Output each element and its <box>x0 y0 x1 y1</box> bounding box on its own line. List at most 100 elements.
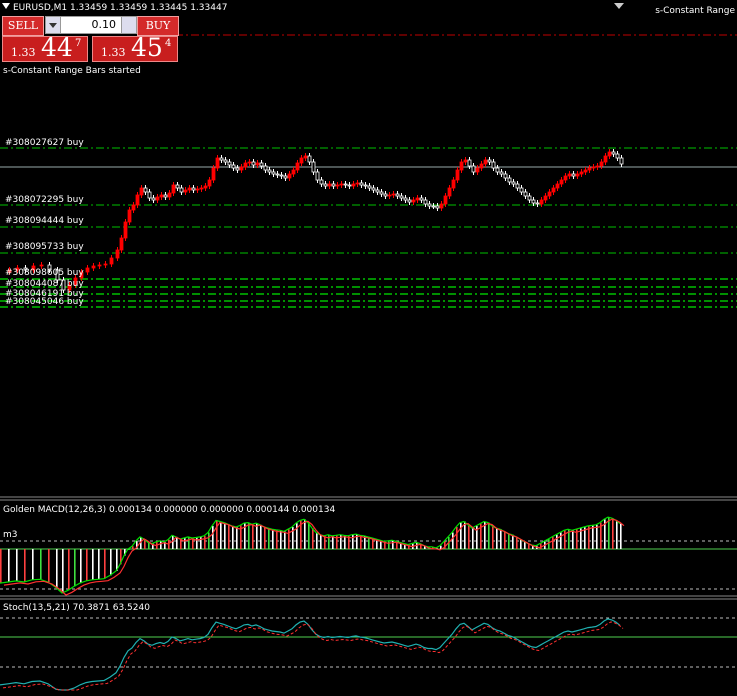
candle-body <box>351 183 356 187</box>
candle-body <box>619 157 624 165</box>
macd-bar <box>464 521 466 549</box>
macd-bar <box>308 522 310 549</box>
macd-bar <box>8 549 10 582</box>
candle-body <box>85 267 90 273</box>
macd-bar <box>560 532 562 549</box>
order-label[interactable]: #308095733 buy <box>5 242 84 252</box>
macd-bar <box>572 530 574 549</box>
candle-body <box>475 167 480 173</box>
candle-body <box>307 155 312 163</box>
candle-body <box>175 184 180 189</box>
candle-body <box>251 161 256 166</box>
macd-bar <box>316 532 318 549</box>
macd-bar <box>500 529 502 549</box>
candle-body <box>427 203 432 207</box>
macd-bar <box>56 549 58 588</box>
candle-body <box>407 199 412 203</box>
macd-bar <box>488 522 490 549</box>
candle-body <box>403 197 408 201</box>
candle-body <box>207 179 212 187</box>
macd-bar <box>16 549 18 581</box>
macd-bar <box>48 549 50 582</box>
macd-bar <box>620 523 622 549</box>
candle-body <box>259 162 264 167</box>
lot-size-input[interactable]: 0.10 <box>45 16 137 34</box>
macd-bar <box>260 524 262 549</box>
candle-body <box>235 167 240 171</box>
candle-body <box>443 195 448 205</box>
candle-body <box>97 264 102 267</box>
order-label[interactable]: #308098605 buy <box>5 268 84 278</box>
candle-body <box>583 169 588 173</box>
candle-body <box>303 155 308 159</box>
chart-canvas[interactable] <box>0 0 737 696</box>
candle-body <box>431 205 436 208</box>
candle-body <box>115 249 120 259</box>
order-label[interactable]: #308027627 buy <box>5 138 84 148</box>
triangle-down-icon[interactable] <box>614 3 624 9</box>
candle-body <box>507 177 512 183</box>
candle-body <box>555 183 560 189</box>
macd-bar <box>516 536 518 549</box>
candle-body <box>579 171 584 175</box>
macd-bar <box>74 549 76 587</box>
candle-body <box>139 187 144 196</box>
candle-body <box>291 169 296 175</box>
lot-value: 0.10 <box>91 18 117 31</box>
order-label[interactable]: #308045046 buy <box>5 297 84 307</box>
candle-body <box>239 166 244 171</box>
candle-body <box>419 197 424 201</box>
macd-bar <box>552 536 554 549</box>
chart-title: EURUSD,M1 1.33459 1.33459 1.33445 1.3344… <box>2 3 227 13</box>
candle-body <box>611 151 616 155</box>
candle-body <box>231 164 236 169</box>
candle-body <box>439 203 444 209</box>
macd-bar <box>248 522 250 549</box>
stoch-indicator-label: Stoch(13,5,21) 70.3871 63.5240 <box>3 603 150 613</box>
candle-body <box>435 205 440 209</box>
candle-body <box>575 173 580 177</box>
triangle-down-icon <box>49 23 57 28</box>
expert-advisor-name: s-Constant Range <box>655 6 735 16</box>
buy-price-button[interactable]: 1.33 45 4 <box>92 33 178 62</box>
macd-bar <box>40 549 42 580</box>
candle-body <box>347 184 352 187</box>
candle-body <box>91 265 96 269</box>
candle-body <box>127 209 132 223</box>
lot-stepper[interactable] <box>121 17 136 33</box>
lot-dropdown[interactable] <box>46 17 61 33</box>
candle-body <box>499 171 504 175</box>
candle-body <box>543 195 548 201</box>
candle-body <box>531 199 536 204</box>
order-label[interactable]: #308072295 buy <box>5 195 84 205</box>
candle-body <box>463 159 468 163</box>
candle-body <box>331 183 336 187</box>
candle-body <box>183 189 188 193</box>
macd-bar <box>272 529 274 549</box>
candle-body <box>387 194 392 197</box>
order-label[interactable]: #308094444 buy <box>5 216 84 226</box>
macd-bar <box>204 535 206 549</box>
candle-body <box>335 184 340 187</box>
candle-body <box>535 202 540 205</box>
candle-body <box>467 159 472 167</box>
sell-price-button[interactable]: 1.33 44 7 <box>2 33 88 62</box>
sell-button[interactable]: SELL <box>2 16 44 36</box>
candle-body <box>179 187 184 193</box>
triangle-down-icon[interactable] <box>2 3 10 9</box>
macd-bar <box>196 537 198 549</box>
candle-body <box>191 187 196 191</box>
candle-body <box>447 187 452 197</box>
order-label[interactable]: #308044087 buy <box>5 279 84 289</box>
candle-body <box>371 187 376 191</box>
macd-bar <box>160 540 162 549</box>
macd-bar <box>252 524 254 549</box>
candle-body <box>195 188 200 191</box>
macd-bar <box>472 528 474 549</box>
candle-body <box>487 159 492 163</box>
candle-body <box>109 257 114 265</box>
candle-body <box>411 199 416 203</box>
candle-body <box>315 171 320 181</box>
macd-bar <box>176 536 178 549</box>
candle-body <box>151 197 156 201</box>
